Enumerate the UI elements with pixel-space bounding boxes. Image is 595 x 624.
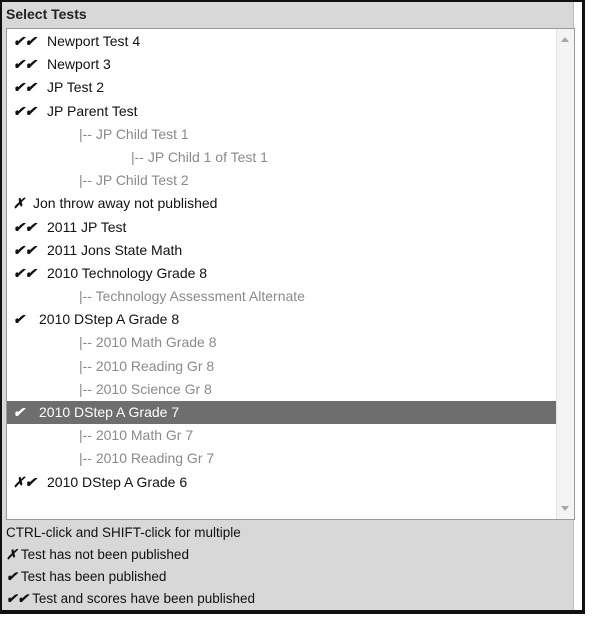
published-check-icon: ✔: [13, 404, 25, 420]
test-label: |-- JP Child 1 of Test 1: [131, 148, 268, 165]
not-published-x-icon: ✗: [13, 195, 25, 212]
test-list-item[interactable]: ✔✔ Newport Test 4: [7, 30, 556, 53]
scores-published-double-check-icon: ✔✔: [13, 264, 37, 281]
tests-list: ✔✔ Newport Test 4 ✔✔ Newport 3 ✔✔ JP Test 2 ✔✔…: [7, 30, 556, 494]
test-label: Newport 3: [47, 56, 111, 73]
test-list-item-child[interactable]: |-- 2010 Science Gr 8: [7, 378, 556, 401]
test-list-item-child[interactable]: |-- 2010 Reading Gr 8: [7, 355, 556, 378]
scroll-down-arrow-icon[interactable]: [561, 506, 569, 511]
test-label: 2010 DStep A Grade 7: [39, 404, 180, 420]
test-list-item[interactable]: ✗✔ 2010 DStep A Grade 6: [7, 471, 556, 494]
test-label: |-- Technology Assessment Alternate: [79, 288, 305, 305]
select-tests-panel: Select Tests ✔✔ Newport Test 4 ✔✔ Newport 3…: [0, 0, 585, 614]
legend-not-published: ✗ Test has not been published: [6, 544, 255, 566]
test-list-item-child[interactable]: |-- 2010 Math Grade 8: [7, 331, 556, 354]
test-label: 2011 JP Test: [47, 218, 127, 235]
test-label: |-- 2010 Reading Gr 7: [79, 450, 215, 467]
multi-select-hint: CTRL-click and SHIFT-click for multiple: [6, 525, 241, 540]
test-list-item[interactable]: ✔✔ Newport 3: [7, 53, 556, 76]
legend-scores-published: ✔✔ Test and scores have been published: [6, 588, 255, 610]
scroll-up-arrow-icon[interactable]: [561, 37, 569, 42]
test-list-item[interactable]: ✔✔ 2011 Jons State Math: [7, 239, 556, 262]
test-list-item[interactable]: ✔✔ 2010 Technology Grade 8: [7, 262, 556, 285]
listbox-scrollbar[interactable]: [556, 29, 574, 519]
test-label: Newport Test 4: [47, 33, 141, 49]
test-label: Jon throw away not published: [33, 195, 218, 212]
test-label: |-- JP Child Test 2: [79, 172, 189, 189]
legend-not-published-text: Test has not been published: [20, 547, 189, 562]
test-label: 2010 DStep A Grade 8: [39, 311, 180, 328]
panel-title: Select Tests: [6, 6, 87, 22]
test-label: |-- 2010 Math Gr 7: [79, 427, 194, 444]
test-list-item[interactable]: ✔ 2010 DStep A Grade 8: [7, 308, 556, 331]
test-label: |-- 2010 Math Grade 8: [79, 334, 217, 351]
test-list-item[interactable]: ✔✔ JP Test 2: [7, 76, 556, 99]
test-list-item-child[interactable]: |-- JP Child 1 of Test 1: [7, 146, 556, 169]
legend-published-text: Test has been published: [20, 569, 167, 584]
test-label: JP Parent Test: [47, 102, 138, 119]
legend-scores-published-text: Test and scores have been published: [32, 591, 256, 606]
test-list-item-child[interactable]: |-- JP Child Test 2: [7, 169, 556, 192]
test-label: 2010 Technology Grade 8: [47, 264, 208, 281]
test-list-item-child[interactable]: |-- Technology Assessment Alternate: [7, 285, 556, 308]
test-label: |-- 2010 Science Gr 8: [79, 380, 212, 397]
scores-published-double-check-icon: ✔✔: [13, 102, 37, 119]
tests-listbox[interactable]: ✔✔ Newport Test 4 ✔✔ Newport 3 ✔✔ JP Test 2 ✔✔…: [6, 28, 575, 520]
not-published-x-icon: ✗: [6, 547, 18, 562]
published-check-icon: ✔: [13, 311, 25, 328]
legend: CTRL-click and SHIFT-click for multiple …: [6, 522, 255, 610]
test-label: |-- 2010 Reading Gr 8: [79, 357, 215, 374]
test-list-item[interactable]: ✔✔ 2011 JP Test: [7, 216, 556, 239]
scores-published-double-check-icon: ✗✔: [13, 473, 37, 490]
test-label: 2011 Jons State Math: [47, 241, 183, 258]
test-list-item[interactable]: ✔ 2010 DStep A Grade 7: [7, 401, 556, 425]
scores-published-double-check-icon: ✔✔: [6, 591, 29, 606]
scores-published-double-check-icon: ✔✔: [13, 241, 37, 258]
scores-published-double-check-icon: ✔✔: [13, 56, 37, 73]
published-check-icon: ✔: [6, 569, 18, 584]
test-list-item-child[interactable]: |-- 2010 Reading Gr 7: [7, 447, 556, 470]
test-list-item[interactable]: ✔✔ JP Parent Test: [7, 100, 556, 123]
test-label: JP Test 2: [47, 79, 105, 96]
scores-published-double-check-icon: ✔✔: [13, 79, 37, 96]
test-list-item-child[interactable]: |-- JP Child Test 1: [7, 123, 556, 146]
test-label: |-- JP Child Test 1: [79, 125, 189, 142]
test-label: 2010 DStep A Grade 6: [47, 473, 188, 490]
scores-published-double-check-icon: ✔✔: [13, 218, 37, 235]
test-list-item-child[interactable]: |-- 2010 Math Gr 7: [7, 424, 556, 447]
scores-published-double-check-icon: ✔✔: [13, 33, 37, 49]
test-list-item[interactable]: ✗ Jon throw away not published: [7, 192, 556, 215]
legend-published: ✔ Test has been published: [6, 566, 255, 588]
